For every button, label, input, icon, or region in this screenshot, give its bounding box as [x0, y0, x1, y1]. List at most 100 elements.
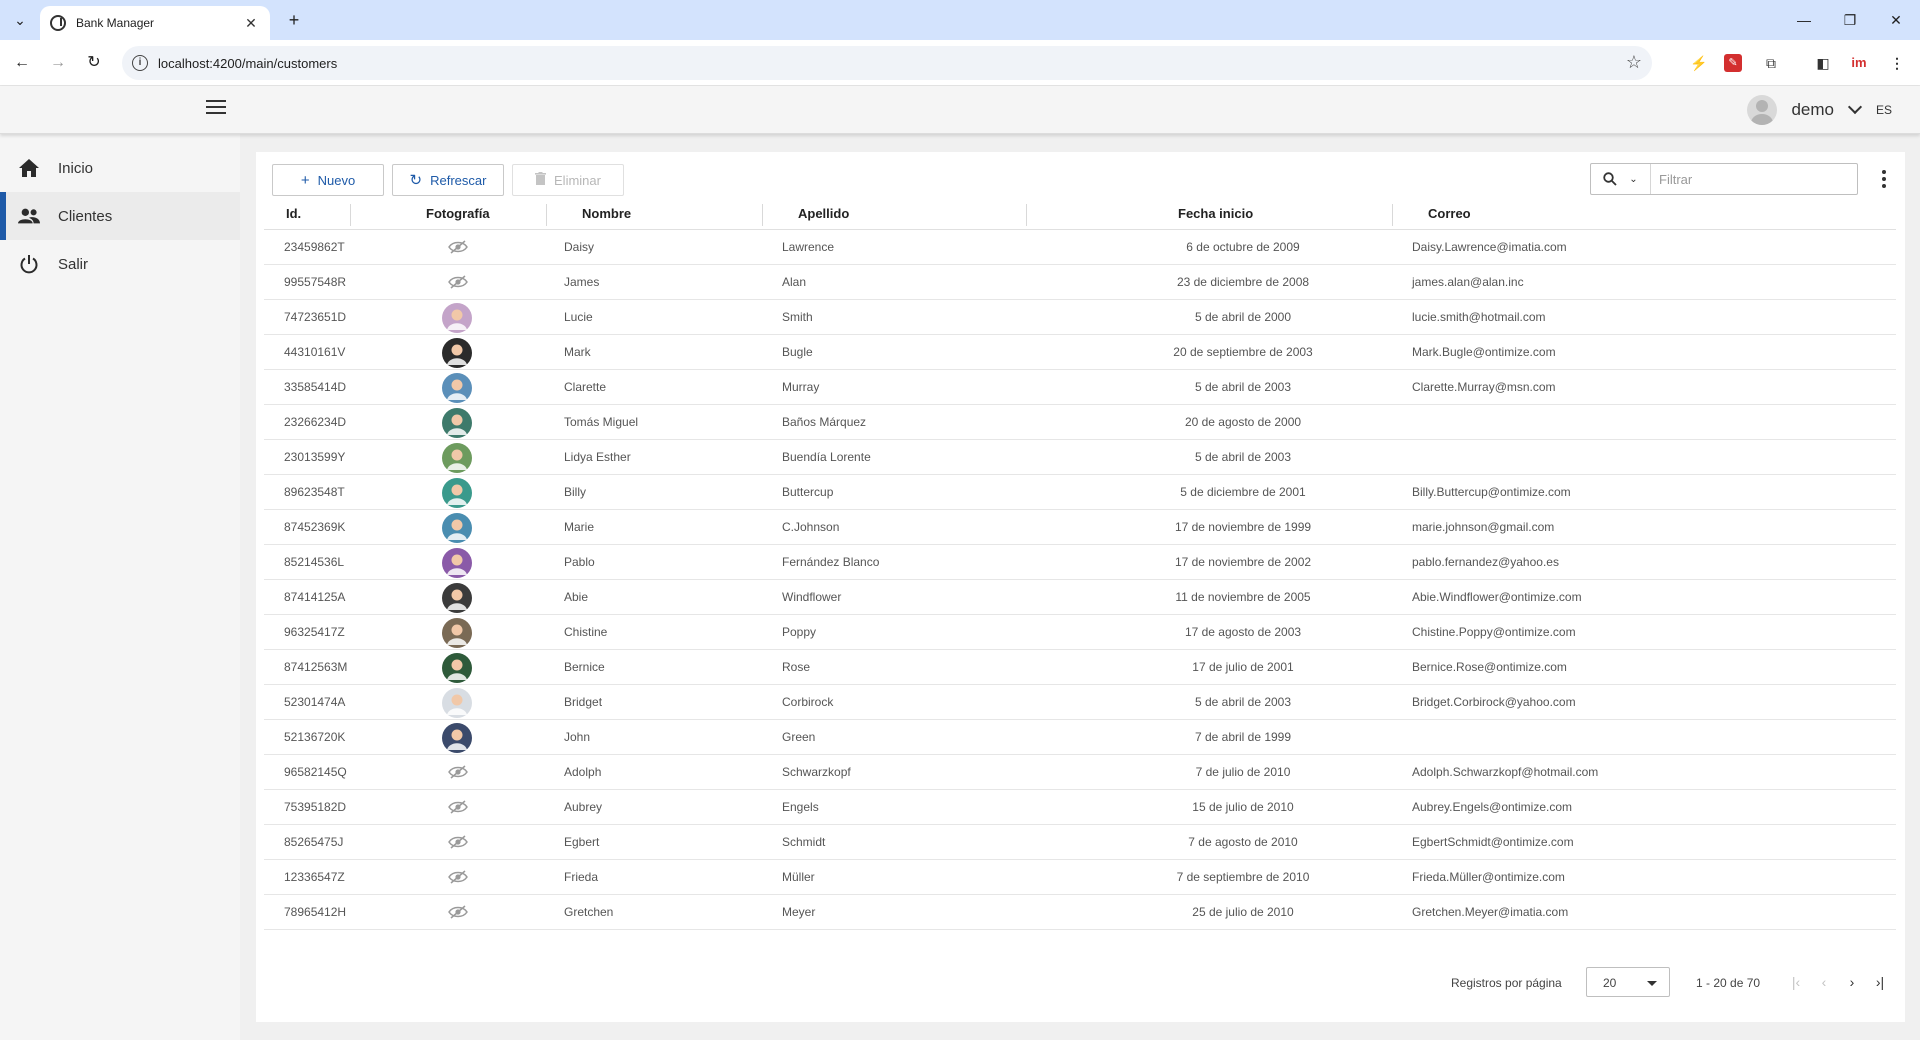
column-divider[interactable] — [762, 204, 763, 226]
table-row[interactable]: 87412563M Bernice Rose 17 de julio de 2001 B… — [264, 650, 1896, 685]
previous-page-icon[interactable]: ‹ — [1814, 972, 1834, 992]
tab-close-icon[interactable]: ✕ — [242, 15, 260, 32]
forward-arrow-icon[interactable]: → — [46, 51, 70, 75]
last-page-icon[interactable]: ›| — [1870, 972, 1890, 992]
cell-name: Bridget — [564, 695, 603, 709]
back-arrow-icon[interactable]: ← — [10, 51, 34, 75]
table-row[interactable]: 33585414D Clarette Murray 5 de abril de 200… — [264, 370, 1896, 405]
cell-surname: Alan — [782, 275, 807, 289]
table-row[interactable]: 12336547Z Frieda Müller 7 de septiembre de … — [264, 860, 1896, 895]
address-bar[interactable]: i localhost:4200/main/customers ☆ — [122, 46, 1652, 80]
table-row[interactable]: 85265475J Egbert Schmidt 7 de agosto de 201… — [264, 825, 1896, 860]
cell-email: Aubrey.Engels@ontimize.com — [1412, 800, 1573, 814]
table-row[interactable]: 96582145Q Adolph Schwarzkopf 7 de julio de … — [264, 755, 1896, 790]
next-page-icon[interactable]: › — [1842, 972, 1862, 992]
refresh-button[interactable]: ↻ Refrescar — [392, 164, 504, 196]
table-row[interactable]: 23266234D Tomás Miguel Baños Márquez 20 de … — [264, 405, 1896, 440]
column-header-surname[interactable]: Apellido — [798, 206, 849, 221]
people-icon — [18, 205, 40, 227]
paginator: Registros por página 20 1 - 20 de 70 |‹ … — [256, 964, 1905, 1004]
new-button[interactable]: + Nuevo — [272, 164, 384, 196]
cell-start-date: 5 de diciembre de 2001 — [1180, 485, 1306, 499]
dropdown-caret-icon — [1647, 981, 1657, 986]
cell-name: Gretchen — [564, 905, 614, 919]
table-row[interactable]: 89623548T Billy Buttercup 5 de diciembre de… — [264, 475, 1896, 510]
table-row[interactable]: 85214536L Pablo Fernández Blanco 17 de novi… — [264, 545, 1896, 580]
extension-bolt-icon[interactable]: ⚡ — [1688, 52, 1710, 74]
no-image-icon — [448, 835, 468, 849]
column-header-name[interactable]: Nombre — [582, 206, 631, 221]
page-size-select[interactable]: 20 — [1586, 967, 1670, 997]
new-tab-plus-icon[interactable]: + — [282, 8, 306, 32]
table-row[interactable]: 99557548R James Alan 23 de diciembre de 200… — [264, 265, 1896, 300]
chevron-down-icon[interactable] — [1847, 99, 1863, 115]
pdf-extension-icon[interactable]: ✎ — [1724, 54, 1742, 72]
menu-toggle-icon[interactable] — [206, 100, 226, 116]
im-extension-icon[interactable]: im — [1848, 52, 1870, 74]
cell-email: marie.johnson@gmail.com — [1412, 520, 1555, 534]
table-row[interactable]: 74723651D Lucie Smith 5 de abril de 2000 luc… — [264, 300, 1896, 335]
sidebar-item-inicio[interactable]: Inicio — [0, 144, 240, 192]
table-row[interactable]: 52136720K John Green 7 de abril de 1999 — [264, 720, 1896, 755]
cell-surname: Schwarzkopf — [782, 765, 851, 779]
close-window-icon[interactable]: ✕ — [1884, 8, 1908, 32]
customer-photo — [442, 408, 472, 438]
cell-name: John — [564, 730, 591, 744]
cell-id: 33585414D — [284, 380, 347, 394]
table-row[interactable]: 23459862T Daisy Lawrence 6 de octubre de 20… — [264, 230, 1896, 265]
cell-name: Aubrey — [564, 800, 603, 814]
restore-icon[interactable]: ❐ — [1838, 8, 1862, 32]
delete-button[interactable]: Eliminar — [512, 164, 624, 196]
first-page-icon[interactable]: |‹ — [1786, 972, 1806, 992]
table-row[interactable]: 52301474A Bridget Corbirock 5 de abril de 2… — [264, 685, 1896, 720]
column-divider[interactable] — [350, 204, 351, 226]
reload-icon[interactable]: ↻ — [82, 51, 106, 75]
table-row[interactable]: 87452369K Marie C.Johnson 17 de noviembre d… — [264, 510, 1896, 545]
cell-email: Clarette.Murray@msn.com — [1412, 380, 1556, 394]
url-text[interactable]: localhost:4200/main/customers — [158, 56, 337, 71]
sidebar-item-label: Salir — [58, 255, 89, 273]
column-header-email[interactable]: Correo — [1428, 206, 1471, 221]
extensions-puzzle-icon[interactable]: ⧉ — [1760, 52, 1782, 74]
sidebar-item-salir[interactable]: Salir — [0, 240, 240, 288]
cell-surname: Corbirock — [782, 695, 834, 709]
cell-name: Chistine — [564, 625, 608, 639]
app-header: demo ES — [0, 86, 1920, 134]
table-row[interactable]: 23013599Y Lidya Esther Buendía Lorente 5 de… — [264, 440, 1896, 475]
filter-input[interactable] — [1659, 165, 1849, 193]
cell-name: James — [564, 275, 600, 289]
trash-icon — [535, 171, 547, 189]
side-panel-icon[interactable]: ◧ — [1812, 52, 1834, 74]
column-header-photo[interactable]: Fotografía — [426, 206, 490, 221]
column-header-start-date[interactable]: Fecha inicio — [1178, 206, 1253, 221]
sidebar-item-clientes[interactable]: Clientes — [0, 192, 240, 240]
language-selector[interactable]: ES — [1876, 103, 1892, 117]
column-divider[interactable] — [1392, 204, 1393, 226]
cell-email: pablo.fernandez@yahoo.es — [1412, 555, 1559, 569]
no-image-icon — [448, 870, 468, 884]
column-header-id[interactable]: Id. — [286, 206, 301, 221]
table-row[interactable]: 87414125A Abie Windflower 11 de noviembre d… — [264, 580, 1896, 615]
column-divider[interactable] — [1026, 204, 1027, 226]
table-row[interactable]: 96325417Z Chistine Poppy 17 de agosto de 20… — [264, 615, 1896, 650]
cell-id: 99557548R — [284, 275, 347, 289]
bookmark-star-icon[interactable]: ☆ — [1626, 52, 1642, 73]
table-row[interactable]: 78965412H Gretchen Meyer 25 de julio de 201… — [264, 895, 1896, 930]
browser-menu-icon[interactable]: ⋮ — [1886, 52, 1908, 74]
site-info-icon[interactable]: i — [132, 55, 148, 71]
user-menu[interactable]: demo — [1747, 94, 1863, 126]
table-row[interactable]: 44310161V Mark Bugle 20 de septiembre de 20… — [264, 335, 1896, 370]
filter-column-menu[interactable]: ⌄ — [1591, 164, 1651, 194]
cell-start-date: 7 de abril de 1999 — [1194, 730, 1292, 744]
minimize-icon[interactable]: — — [1792, 8, 1816, 32]
tab-search-chevron-icon[interactable]: ⌄ — [8, 8, 32, 32]
filter-box: ⌄ — [1590, 163, 1858, 195]
cell-name: Lidya Esther — [564, 450, 631, 464]
table-row[interactable]: 75395182D Aubrey Engels 15 de julio de 2010… — [264, 790, 1896, 825]
browser-tab[interactable]: Bank Manager ✕ — [40, 6, 270, 40]
cell-id: 74723651D — [284, 310, 347, 324]
cell-name: Tomás Miguel — [564, 415, 639, 429]
column-divider[interactable] — [546, 204, 547, 226]
table-options-icon[interactable] — [1874, 166, 1894, 192]
cell-surname: Green — [782, 730, 816, 744]
